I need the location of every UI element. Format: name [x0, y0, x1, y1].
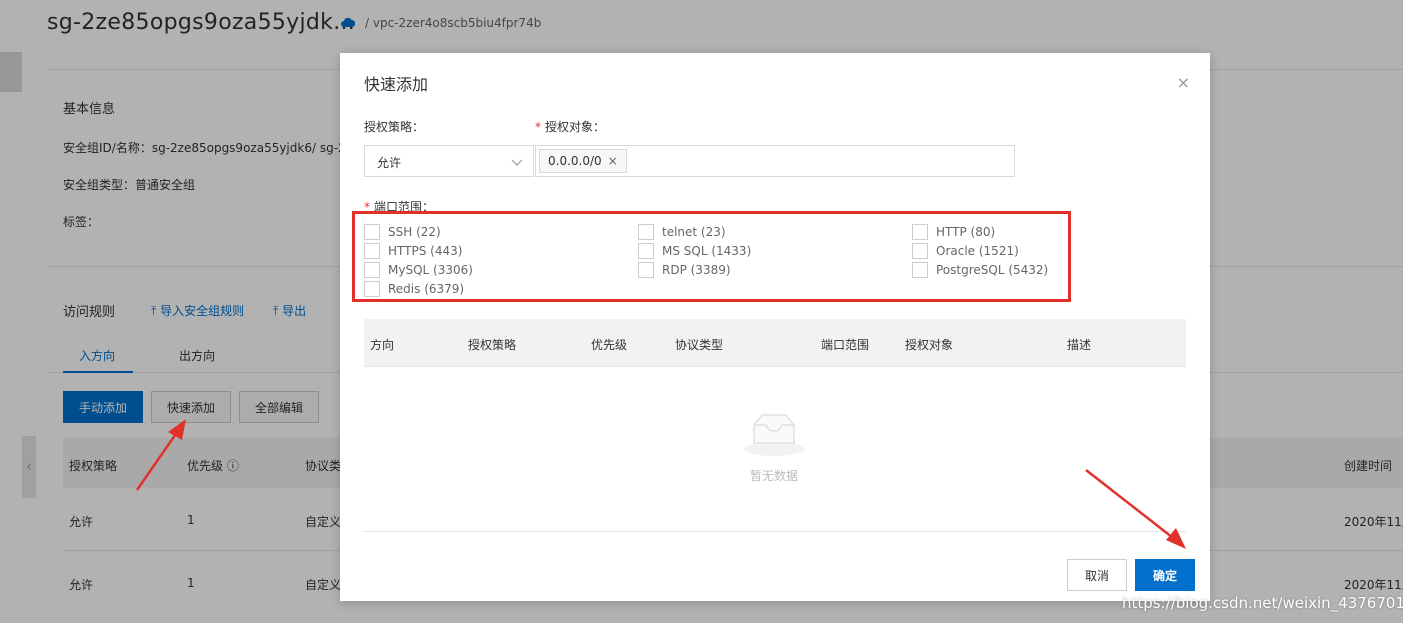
close-icon[interactable]: × [1177, 73, 1190, 92]
confirm-button[interactable]: 确定 [1135, 559, 1195, 591]
checkbox[interactable] [912, 224, 928, 240]
col-priority: 优先级 [591, 338, 628, 352]
checkbox[interactable] [912, 262, 928, 278]
target-label: * 授权对象： [535, 120, 606, 134]
port-option-label: RDP (3389) [662, 263, 731, 277]
port-option-label: MS SQL (1433) [662, 244, 752, 258]
col-direction: 方向 [370, 338, 395, 352]
preview-table-header: 方向 授权策略 优先级 协议类型 端口范围 授权对象 描述 [364, 319, 1186, 367]
checkbox[interactable] [638, 224, 654, 240]
port-option[interactable]: Redis (6379) [364, 281, 464, 297]
empty-state-text: 暂无数据 [750, 469, 799, 483]
port-option-label: HTTPS (443) [388, 244, 463, 258]
port-option[interactable]: HTTPS (443) [364, 243, 462, 259]
checkbox[interactable] [364, 243, 380, 259]
target-tag-input[interactable]: 0.0.0.0/0 × [535, 145, 1015, 177]
watermark-text: https://blog.csdn.net/weixin_43767015 [1122, 594, 1403, 612]
policy-select-value: 允许 [377, 156, 402, 170]
checkbox[interactable] [638, 243, 654, 259]
port-option[interactable]: RDP (3389) [638, 262, 731, 278]
empty-inbox-icon [744, 414, 804, 456]
target-tag: 0.0.0.0/0 × [539, 149, 627, 173]
checkbox[interactable] [364, 281, 380, 297]
col-port-range: 端口范围 [821, 338, 870, 352]
checkbox[interactable] [638, 262, 654, 278]
cancel-button[interactable]: 取消 [1067, 559, 1127, 591]
port-option-label: MySQL (3306) [388, 263, 473, 277]
quick-add-dialog: 快速添加 × 授权策略： * 授权对象： 允许 0.0.0.0/0 × * 端口范围… [340, 53, 1210, 601]
col-description: 描述 [1067, 338, 1092, 352]
port-option[interactable]: SSH (22) [364, 224, 441, 240]
col-protocol: 协议类型 [675, 338, 724, 352]
port-option-label: HTTP (80) [936, 225, 996, 239]
port-option[interactable]: HTTP (80) [912, 224, 995, 240]
policy-label: 授权策略： [364, 120, 425, 134]
checkbox[interactable] [364, 262, 380, 278]
port-option-label: telnet (23) [662, 225, 726, 239]
target-tag-label: 0.0.0.0/0 [548, 154, 602, 168]
port-option[interactable]: MySQL (3306) [364, 262, 473, 278]
col-target: 授权对象 [905, 338, 954, 352]
close-icon[interactable]: × [608, 154, 618, 168]
port-option[interactable]: MS SQL (1433) [638, 243, 751, 259]
chevron-down-icon [511, 159, 523, 166]
port-option-label: SSH (22) [388, 225, 441, 239]
required-mark: * [535, 120, 541, 134]
table-divider [364, 531, 1186, 532]
dialog-title: 快速添加 [364, 75, 429, 94]
policy-select[interactable]: 允许 [364, 145, 534, 177]
col-policy: 授权策略 [468, 338, 517, 352]
port-option[interactable]: Oracle (1521) [912, 243, 1019, 259]
port-option-label: PostgreSQL (5432) [936, 263, 1049, 277]
port-option-label: Redis (6379) [388, 282, 465, 296]
port-option-label: Oracle (1521) [936, 244, 1019, 258]
port-option[interactable]: PostgreSQL (5432) [912, 262, 1048, 278]
port-option[interactable]: telnet (23) [638, 224, 726, 240]
checkbox[interactable] [364, 224, 380, 240]
checkbox[interactable] [912, 243, 928, 259]
